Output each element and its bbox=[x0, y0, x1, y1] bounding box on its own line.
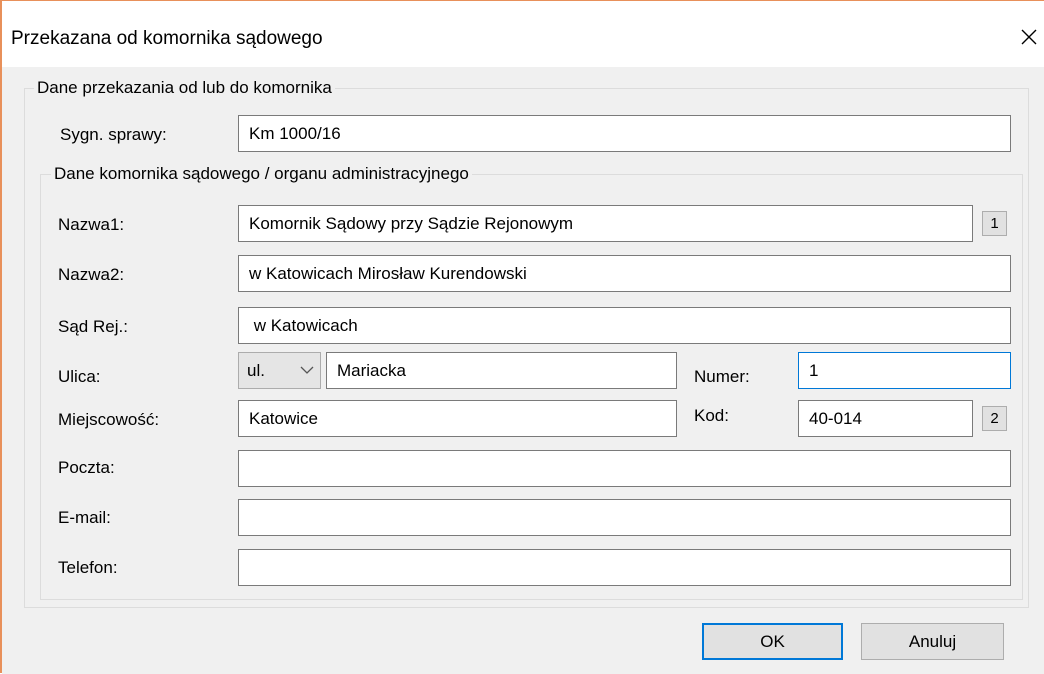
case-label: Sygn. sprawy: bbox=[60, 125, 167, 144]
close-button[interactable] bbox=[1016, 24, 1042, 50]
email-input[interactable] bbox=[238, 499, 1011, 536]
street-input[interactable] bbox=[326, 352, 677, 389]
dialog-body: Dane przekazania od lub do komornika Syg… bbox=[2, 67, 1044, 674]
chevron-down-icon bbox=[300, 366, 314, 374]
name1-label: Nazwa1: bbox=[58, 215, 125, 234]
post-label: Poczta: bbox=[58, 458, 115, 477]
court-input[interactable] bbox=[238, 307, 1011, 344]
name2-label: Nazwa2: bbox=[58, 265, 125, 284]
phone-label: Telefon: bbox=[58, 558, 118, 577]
postcode-label: Kod: bbox=[694, 406, 729, 425]
dialog-window: Przekazana od komornika sądowego Dane pr… bbox=[0, 0, 1044, 674]
street-label: Ulica: bbox=[58, 367, 101, 386]
postcode-input[interactable] bbox=[798, 400, 973, 437]
ok-button[interactable]: OK bbox=[702, 623, 843, 660]
number-label: Numer: bbox=[694, 367, 750, 386]
postcode-lookup-button[interactable]: 2 bbox=[982, 406, 1007, 431]
number-input[interactable] bbox=[798, 352, 1011, 389]
bailiff-group-title: Dane komornika sądowego / organu adminis… bbox=[51, 164, 472, 184]
name1-input[interactable] bbox=[238, 205, 973, 242]
street-prefix-value: ul. bbox=[247, 360, 265, 380]
email-label: E-mail: bbox=[58, 508, 111, 527]
post-input[interactable] bbox=[238, 450, 1011, 487]
transfer-group-title: Dane przekazania od lub do komornika bbox=[34, 78, 335, 98]
city-input[interactable] bbox=[238, 400, 677, 437]
cancel-button[interactable]: Anuluj bbox=[861, 623, 1004, 660]
name1-lookup-button[interactable]: 1 bbox=[982, 211, 1007, 236]
court-label: Sąd Rej.: bbox=[58, 317, 128, 336]
phone-input[interactable] bbox=[238, 549, 1011, 586]
dialog-title: Przekazana od komornika sądowego bbox=[11, 28, 323, 49]
close-icon bbox=[1021, 29, 1037, 45]
name2-input[interactable] bbox=[238, 255, 1011, 292]
case-number-input[interactable] bbox=[238, 115, 1011, 152]
city-label: Miejscowość: bbox=[58, 410, 160, 429]
street-prefix-select[interactable]: ul. bbox=[238, 352, 321, 389]
